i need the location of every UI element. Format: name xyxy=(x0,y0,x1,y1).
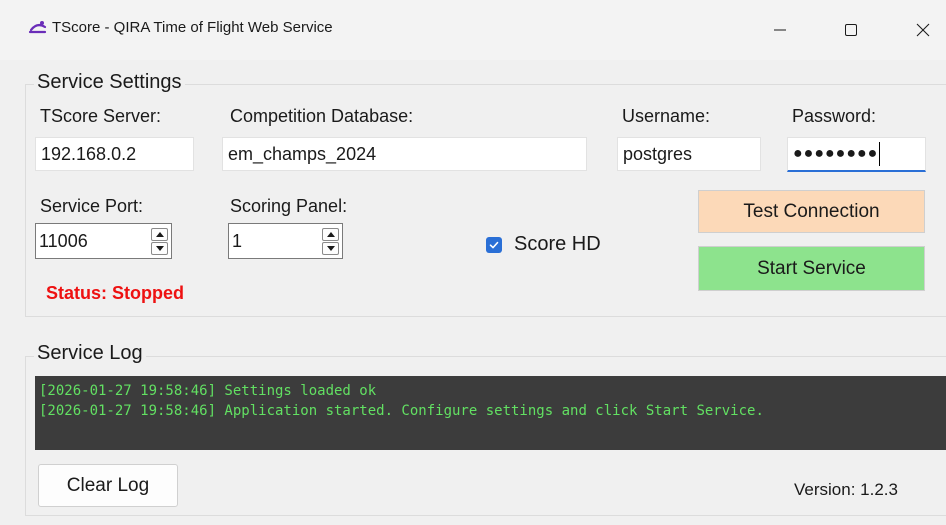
maximize-button[interactable] xyxy=(828,10,874,50)
password-field[interactable]: ●●●●●●●● xyxy=(787,137,926,172)
username-field[interactable]: postgres xyxy=(617,137,761,171)
maximize-icon xyxy=(845,24,857,36)
clear-log-button[interactable]: Clear Log xyxy=(38,464,178,507)
window-title: TScore - QIRA Time of Flight Web Service xyxy=(52,19,333,36)
score-hd-checkbox[interactable] xyxy=(486,237,502,253)
username-value: postgres xyxy=(623,143,693,164)
database-value: em_champs_2024 xyxy=(228,143,377,164)
panel-decrement-button[interactable] xyxy=(322,242,339,255)
status-text: Status: Stopped xyxy=(46,283,184,303)
server-value: 192.168.0.2 xyxy=(41,143,137,164)
server-label: TScore Server: xyxy=(40,106,162,126)
close-button[interactable] xyxy=(900,10,946,50)
test-connection-button[interactable]: Test Connection xyxy=(698,190,925,233)
password-value: ●●●●●●●● xyxy=(793,145,879,162)
arrow-down-icon xyxy=(326,246,335,251)
score-hd-label[interactable]: Score HD xyxy=(514,233,601,256)
panel-label: Scoring Panel: xyxy=(230,196,348,216)
log-line: [2026-01-27 19:58:46] Settings loaded ok xyxy=(39,383,377,399)
panel-increment-button[interactable] xyxy=(322,228,339,241)
arrow-down-icon xyxy=(155,246,164,251)
port-label: Service Port: xyxy=(40,196,144,216)
minimize-icon xyxy=(774,29,786,31)
tscore-logo-icon xyxy=(28,21,47,34)
password-label: Password: xyxy=(792,106,877,126)
service-settings-title: Service Settings xyxy=(34,71,185,94)
database-label: Competition Database: xyxy=(230,106,414,126)
version-label: Version: 1.2.3 xyxy=(794,480,898,499)
arrow-up-icon xyxy=(326,232,335,237)
port-spinner[interactable]: 11006 xyxy=(35,223,172,259)
server-field[interactable]: 192.168.0.2 xyxy=(35,137,194,171)
port-decrement-button[interactable] xyxy=(151,242,168,255)
minimize-button[interactable] xyxy=(757,10,803,50)
username-label: Username: xyxy=(622,106,711,126)
text-caret xyxy=(879,142,881,166)
log-line: [2026-01-27 19:58:46] Application starte… xyxy=(39,403,764,419)
title-bar: TScore - QIRA Time of Flight Web Service xyxy=(0,0,946,60)
port-increment-button[interactable] xyxy=(151,228,168,241)
log-output[interactable]: [2026-01-27 19:58:46] Settings loaded ok… xyxy=(35,376,946,450)
database-field[interactable]: em_champs_2024 xyxy=(222,137,587,171)
arrow-up-icon xyxy=(155,232,164,237)
close-icon xyxy=(916,23,930,37)
panel-spinner[interactable]: 1 xyxy=(228,223,343,259)
checkmark-icon xyxy=(489,241,499,249)
service-log-title: Service Log xyxy=(34,342,146,365)
panel-value: 1 xyxy=(232,230,243,251)
start-service-button[interactable]: Start Service xyxy=(698,246,925,291)
port-value: 11006 xyxy=(39,230,88,251)
